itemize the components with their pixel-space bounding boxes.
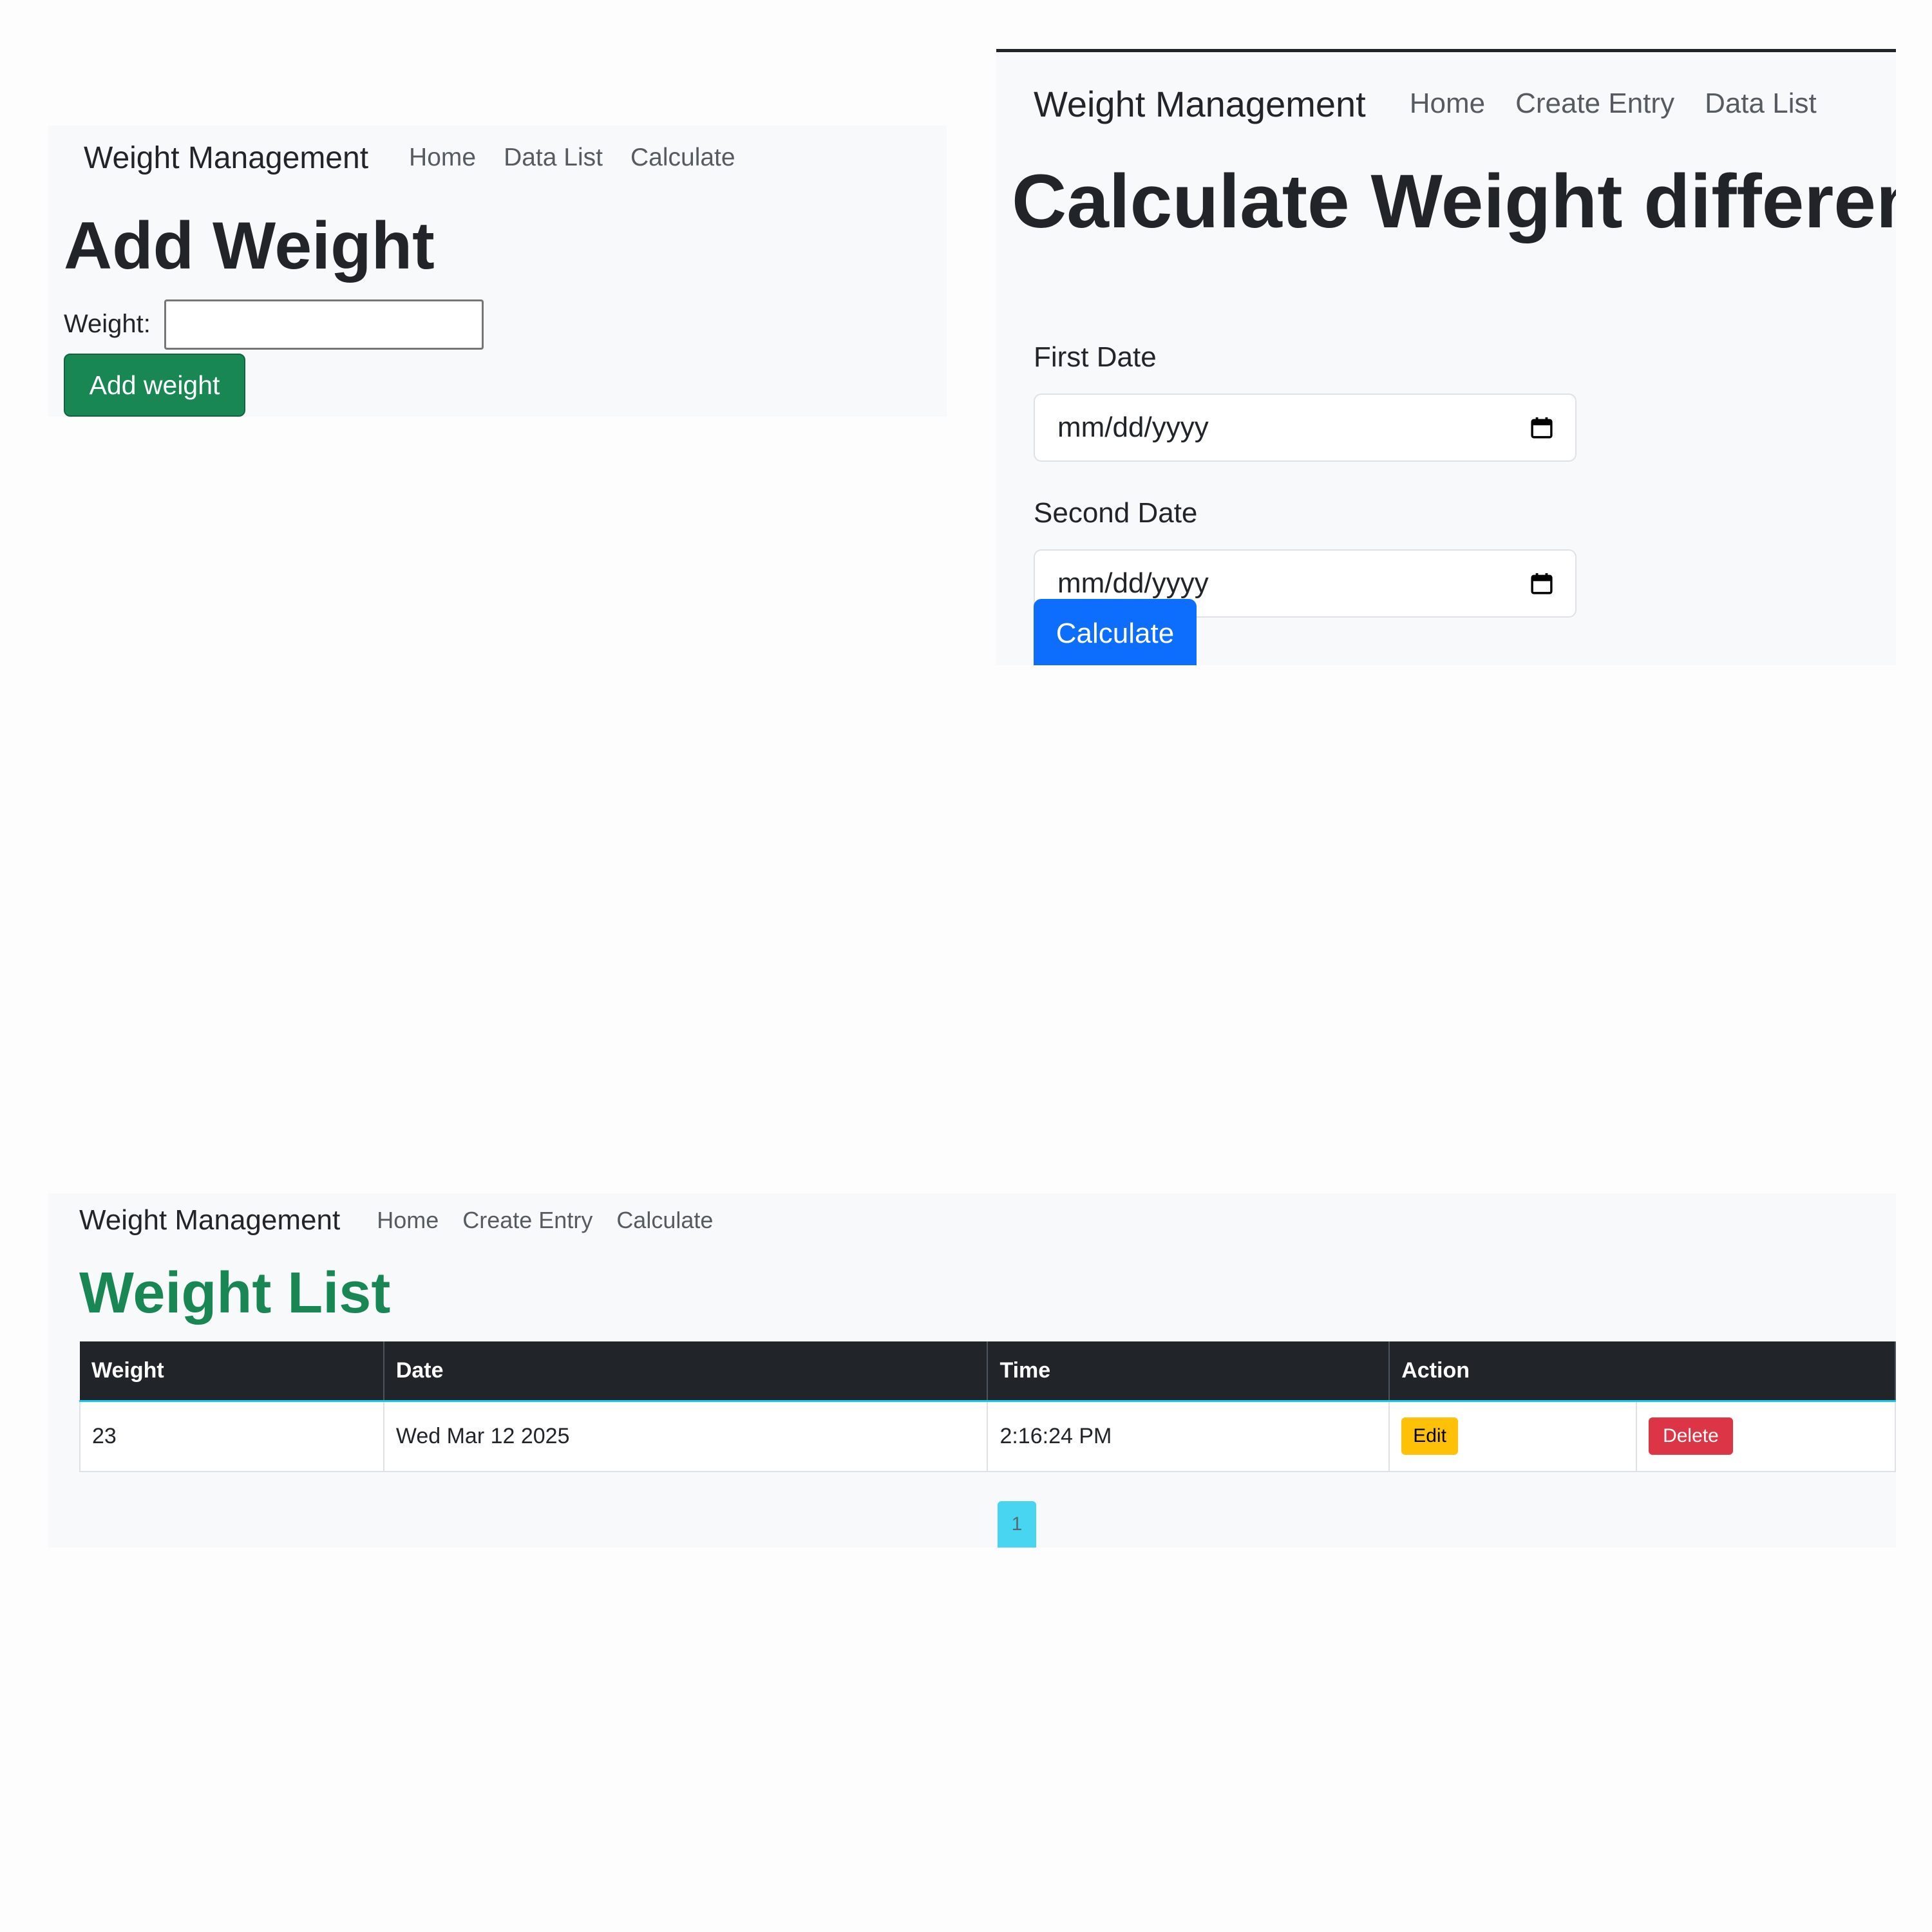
page-title: Calculate Weight difference [1012,159,1896,244]
weight-input[interactable] [164,299,484,350]
nav-link-home[interactable]: Home [377,1207,439,1234]
add-weight-page: Weight Management Home Data List Calcula… [48,126,947,417]
navbar-brand[interactable]: Weight Management [84,140,368,176]
second-date-label: Second Date [1034,497,1198,529]
cell-date: Wed Mar 12 2025 [383,1400,989,1472]
pagination-page-button[interactable]: 1 [998,1501,1036,1548]
delete-button[interactable]: Delete [1649,1417,1733,1455]
first-date-label: First Date [1034,341,1157,373]
nav-link-create-entry[interactable]: Create Entry [1515,88,1674,120]
column-header-date: Date [383,1341,989,1402]
table-row: 23 Wed Mar 12 2025 2:16:24 PM Edit Delet… [79,1400,1896,1472]
column-header-time: Time [987,1341,1390,1402]
nav-link-calculate[interactable]: Calculate [616,1207,713,1234]
nav-link-home[interactable]: Home [1410,88,1485,120]
nav-link-create-entry[interactable]: Create Entry [462,1207,592,1234]
navbar-brand[interactable]: Weight Management [79,1204,340,1236]
cell-weight: 23 [79,1400,384,1472]
navbar: Weight Management Home Create Entry Calc… [79,1201,737,1240]
navbar: Weight Management Home Create Entry Data… [1034,83,1847,125]
calculate-button[interactable]: Calculate [1034,599,1197,665]
cell-time: 2:16:24 PM [987,1400,1390,1472]
column-header-action: Action [1389,1341,1896,1402]
second-date-placeholder: mm/dd/yyyy [1057,567,1209,599]
navbar: Weight Management Home Data List Calcula… [84,138,763,177]
add-weight-button[interactable]: Add weight [64,354,245,417]
calendar-icon[interactable] [1531,573,1553,594]
page-title: Weight List [79,1261,391,1325]
weight-label: Weight: [64,310,151,338]
calendar-icon[interactable] [1531,417,1553,439]
first-date-placeholder: mm/dd/yyyy [1057,412,1209,443]
weight-list-page: Weight Management Home Create Entry Calc… [48,1193,1896,1548]
nav-link-calculate[interactable]: Calculate [630,144,735,172]
weight-table: Weight Date Time Action 23 Wed Mar 12 20… [79,1341,1896,1472]
table-header-row: Weight Date Time Action [80,1341,1896,1402]
nav-link-data-list[interactable]: Data List [1705,88,1817,120]
cell-delete: Delete [1636,1400,1896,1472]
calculate-page: Weight Management Home Create Entry Data… [996,49,1896,665]
column-header-weight: Weight [80,1341,384,1402]
page-title: Add Weight [64,209,435,283]
nav-link-home[interactable]: Home [409,144,476,172]
first-date-input[interactable]: mm/dd/yyyy [1034,393,1577,462]
navbar-brand[interactable]: Weight Management [1034,83,1366,125]
cell-edit: Edit [1388,1400,1638,1472]
nav-link-data-list[interactable]: Data List [504,144,603,172]
edit-button[interactable]: Edit [1401,1417,1458,1455]
